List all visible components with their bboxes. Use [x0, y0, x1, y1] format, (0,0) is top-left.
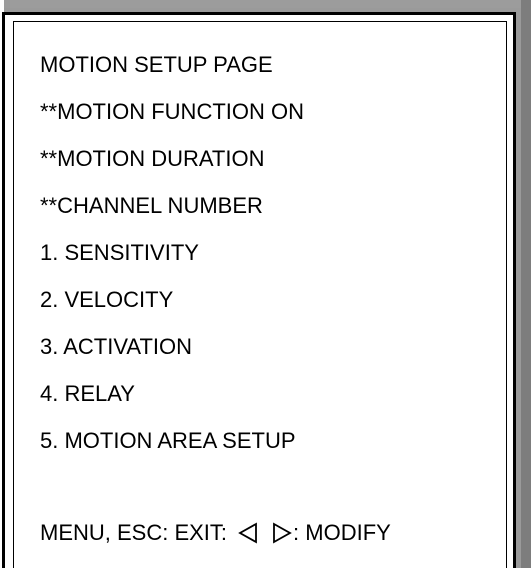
page-title: MOTION SETUP PAGE: [40, 52, 273, 77]
status-motion-function: **MOTION FUNCTION ON: [40, 99, 304, 124]
footer-exit-text: MENU, ESC: EXIT:: [40, 520, 228, 545]
footer-modify-text: : MODIFY: [293, 520, 391, 545]
osd-screen: MOTION SETUP PAGE **MOTION FUNCTION ON *…: [0, 0, 531, 568]
menu-item-relay[interactable]: 4. RELAY: [40, 381, 135, 407]
left-triangle-icon: [237, 522, 259, 544]
status-motion-duration: **MOTION DURATION: [40, 146, 265, 171]
menu-item-activation[interactable]: 3. ACTIVATION: [40, 334, 192, 360]
motion-setup-panel: MOTION SETUP PAGE **MOTION FUNCTION ON *…: [2, 12, 516, 568]
footer-hint: MENU, ESC: EXIT: : MODIFY: [40, 520, 391, 546]
panel-inner-border: MOTION SETUP PAGE **MOTION FUNCTION ON *…: [13, 21, 507, 568]
menu-item-velocity[interactable]: 2. VELOCITY: [40, 287, 173, 313]
panel-shadow-top: [4, 0, 531, 8]
panel-shadow-right: [521, 0, 531, 568]
status-channel-number: **CHANNEL NUMBER: [40, 193, 263, 218]
menu-item-motion-area-setup[interactable]: 5. MOTION AREA SETUP: [40, 428, 296, 454]
right-triangle-icon: [271, 522, 293, 544]
menu-item-sensitivity[interactable]: 1. SENSITIVITY: [40, 240, 199, 266]
